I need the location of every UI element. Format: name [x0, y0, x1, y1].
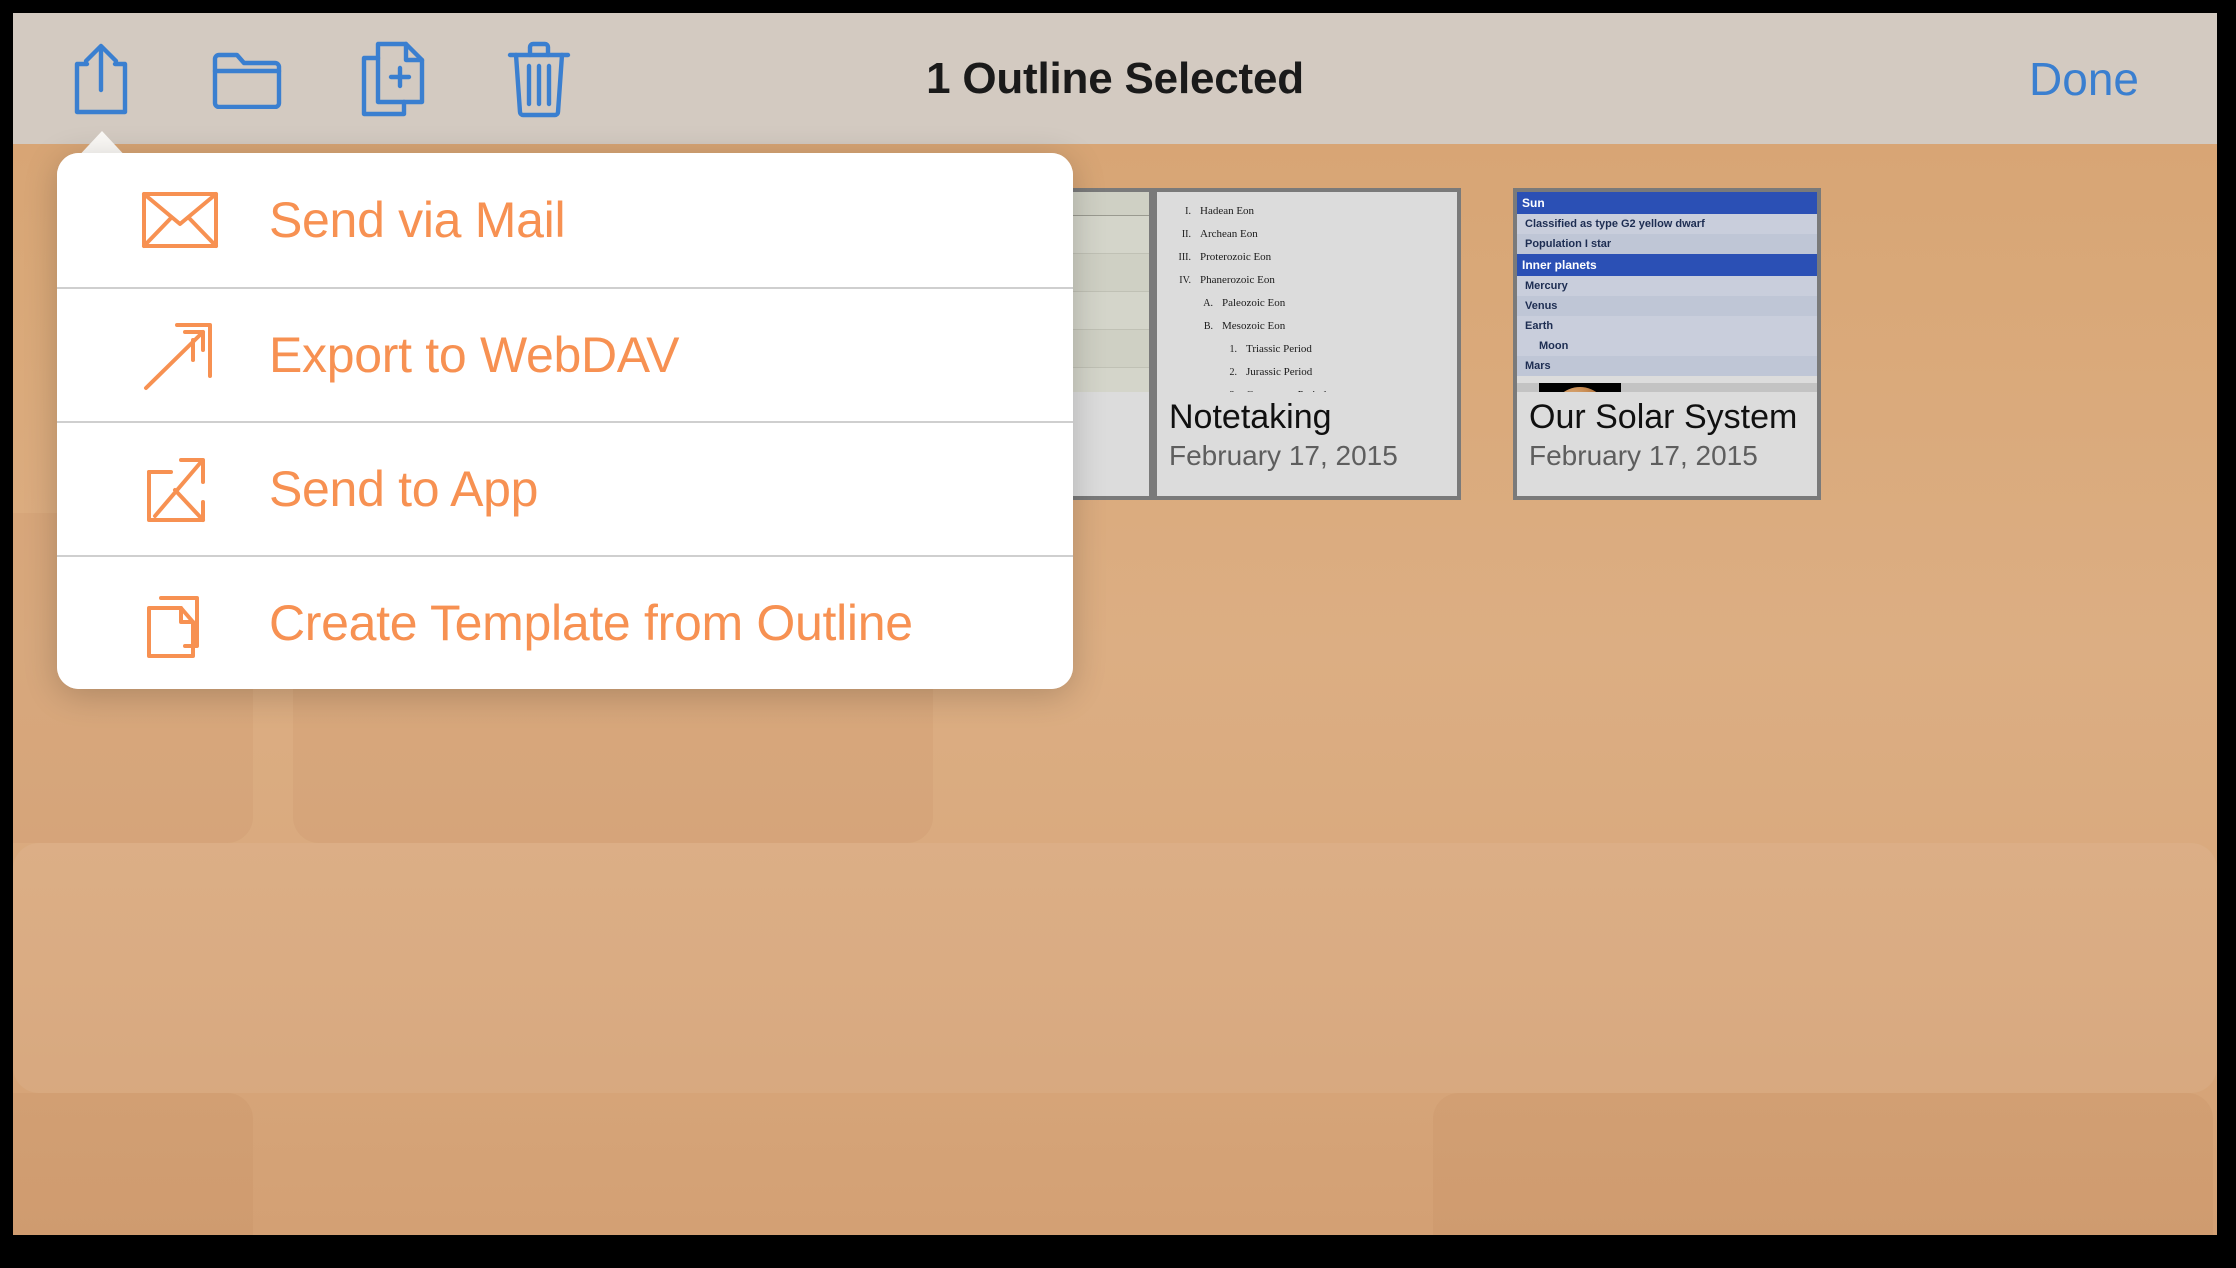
- document-meta: Our Solar System February 17, 2015: [1517, 392, 1817, 496]
- outline-row: I. Hadean Eon: [1163, 200, 1451, 223]
- outline-row-text: Phanerozoic Eon: [1200, 274, 1275, 286]
- device-screen: Hiked ✓ ✓ ✓ s I.Hadean EonII.Archean Eon…: [13, 13, 2217, 1235]
- outline-row-text: Paleozoic Eon: [1222, 297, 1286, 309]
- document-title: Notetaking: [1169, 398, 1332, 436]
- solar-row: Mercury: [1517, 276, 1817, 296]
- menu-item-send-to-app[interactable]: Send to App: [57, 421, 1073, 555]
- outline-row: IV. Phanerozoic Eon: [1163, 269, 1451, 292]
- send-to-app-icon: [141, 450, 227, 528]
- envelope-icon: [141, 191, 227, 249]
- solar-row: Population I star: [1517, 234, 1817, 254]
- document-date: February 17, 2015: [1529, 440, 1758, 471]
- top-toolbar: 1 Outline Selected Done: [13, 13, 2217, 144]
- outline-row-number: II.: [1181, 229, 1191, 240]
- outline-row-text: Proterozoic Eon: [1200, 251, 1272, 263]
- outline-row-number: B.: [1203, 321, 1213, 332]
- outline-row-text: Triassic Period: [1246, 343, 1312, 355]
- template-document-icon: [141, 584, 227, 662]
- outline-row: II. Archean Eon: [1163, 223, 1451, 246]
- outline-row-text: Hadean Eon: [1200, 205, 1255, 217]
- outline-row-text: Archean Eon: [1200, 228, 1258, 240]
- done-button[interactable]: Done: [2029, 13, 2139, 144]
- outline-row-number: III.: [1178, 252, 1192, 263]
- outline-row-number: 1.: [1229, 344, 1238, 355]
- outline-row: B. Mesozoic Eon: [1163, 315, 1451, 338]
- menu-item-label: Create Template from Outline: [269, 595, 913, 651]
- outline-row: A. Paleozoic Eon: [1163, 292, 1451, 315]
- page-title: 1 Outline Selected: [926, 53, 1304, 103]
- document-card[interactable]: I. Hadean Eon II. Archean Eon III. Proterozoi…: [1153, 188, 1461, 500]
- outline-row-number: IV.: [1179, 275, 1191, 286]
- solar-row: Moon: [1517, 336, 1817, 356]
- menu-item-create-template[interactable]: Create Template from Outline: [57, 555, 1073, 689]
- outline-row: 1. Triassic Period: [1163, 338, 1451, 361]
- document-meta: Notetaking February 17, 2015: [1157, 392, 1457, 496]
- solar-row: Earth: [1517, 316, 1817, 336]
- menu-item-label: Send to App: [269, 461, 539, 517]
- share-popover: Send via Mail Export to WebDAV Send to A…: [57, 153, 1073, 689]
- solar-row: Mars: [1517, 356, 1817, 376]
- menu-item-export-to-webdav[interactable]: Export to WebDAV: [57, 287, 1073, 421]
- outline-row: III. Proterozoic Eon: [1163, 246, 1451, 269]
- outline-row-number: I.: [1185, 206, 1191, 217]
- export-arrow-icon: [141, 316, 227, 394]
- document-card[interactable]: Sun Classified as type G2 yellow dwarf Pop…: [1513, 188, 1821, 500]
- menu-item-send-via-mail[interactable]: Send via Mail: [57, 153, 1073, 287]
- outline-row-number: A.: [1203, 298, 1213, 309]
- outline-row: 2. Jurassic Period: [1163, 361, 1451, 384]
- menu-item-label: Send via Mail: [269, 192, 566, 248]
- menu-item-label: Export to WebDAV: [269, 327, 680, 383]
- solar-row: Classified as type G2 yellow dwarf: [1517, 214, 1817, 234]
- solar-row: Sun: [1517, 192, 1817, 214]
- document-date: February 17, 2015: [1169, 440, 1398, 471]
- outline-row-text: Mesozoic Eon: [1222, 320, 1286, 332]
- document-title: Our Solar System: [1529, 398, 1798, 436]
- solar-row: Venus: [1517, 296, 1817, 316]
- outline-row-number: 2.: [1229, 367, 1238, 378]
- solar-row: Inner planets: [1517, 254, 1817, 276]
- outline-row-text: Jurassic Period: [1246, 366, 1313, 378]
